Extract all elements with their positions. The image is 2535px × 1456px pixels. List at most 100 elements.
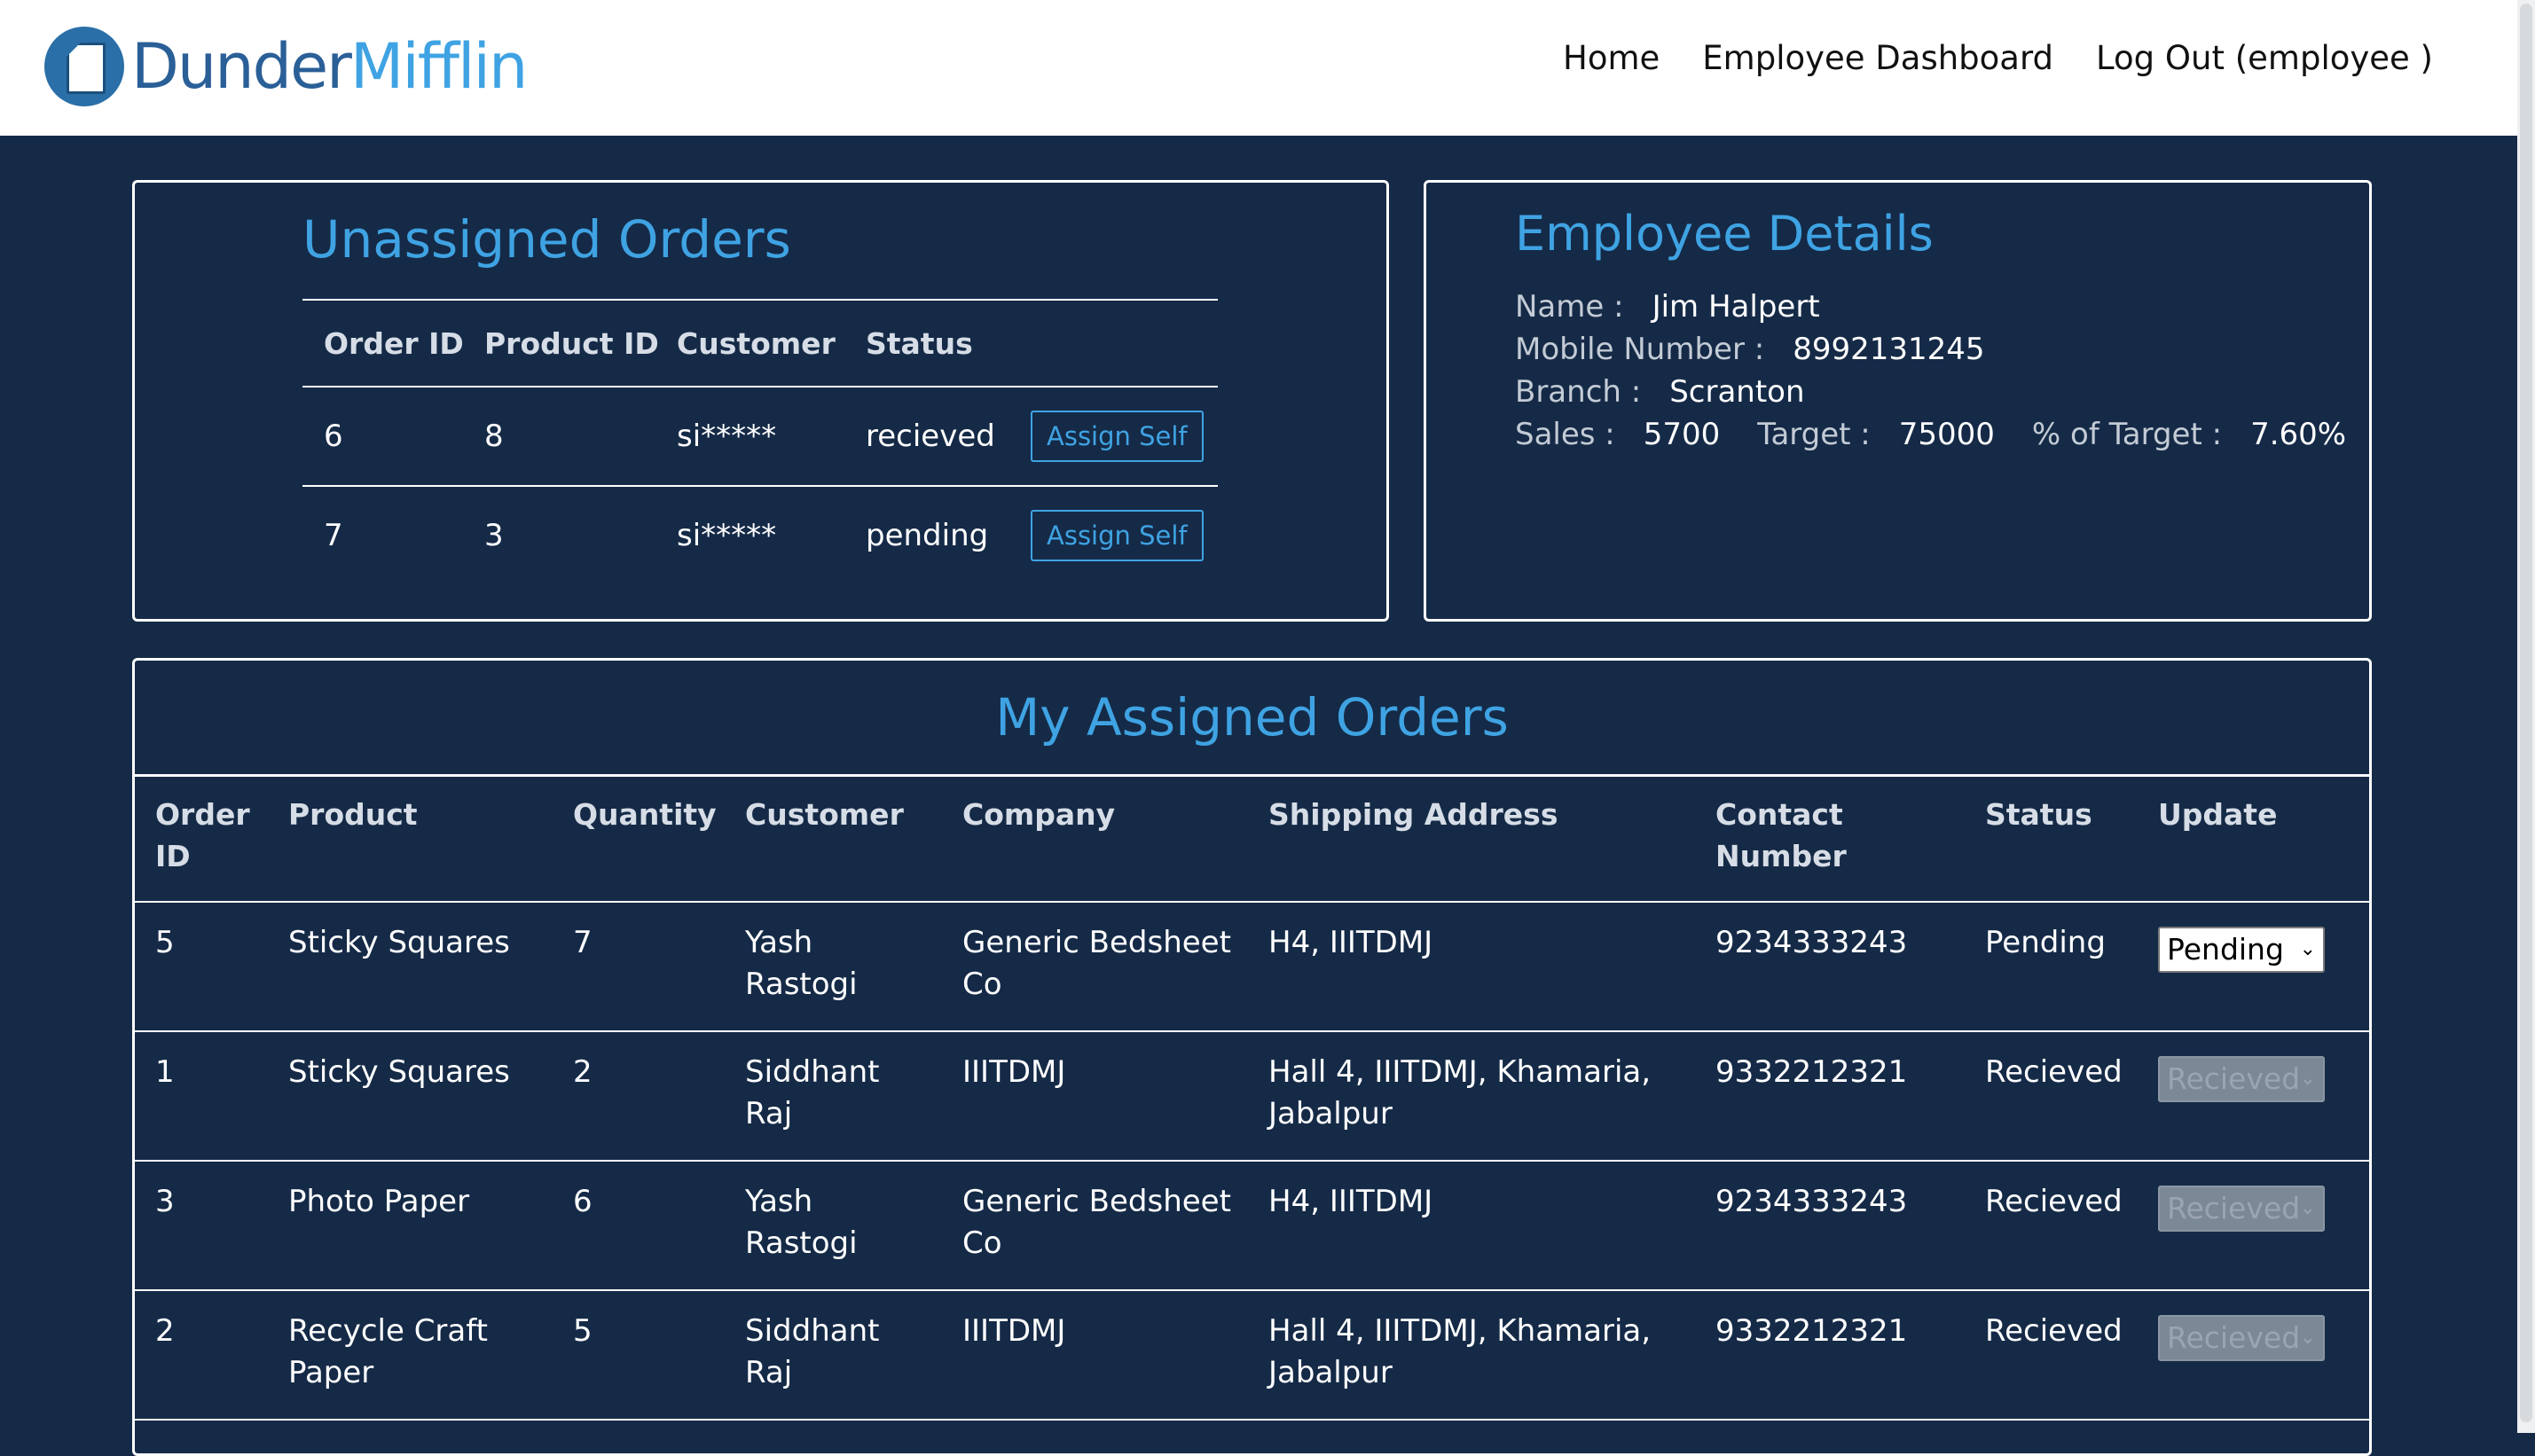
order-id: 3 <box>155 1184 175 1219</box>
assigned-orders-header: My Assigned Orders <box>135 661 2369 777</box>
employee-pct-target: 7.60% <box>2250 417 2347 452</box>
employee-name-line: Name : Jim Halpert <box>1515 289 1820 325</box>
branch-label: Branch : <box>1515 374 1642 410</box>
chevron-down-icon: ⌄ <box>2299 938 2316 960</box>
assigned-orders-title: My Assigned Orders <box>995 687 1509 748</box>
unassigned-orders-panel: Unassigned Orders Order ID Product ID Cu… <box>132 180 1389 622</box>
company: IIITDMJ <box>962 1054 1066 1090</box>
update-cell: Recieved ⌄ <box>2158 1162 2362 1289</box>
company: Generic Bedsheet Co <box>962 925 1231 1002</box>
chevron-down-icon: ⌄ <box>2299 1068 2316 1090</box>
update-cell: Recieved ⌄ <box>2158 1291 2362 1419</box>
contact-number: 9332212321 <box>1715 1313 1908 1349</box>
status: Recieved <box>1985 1054 2123 1090</box>
update-cell: Recieved ⌄ <box>2158 1032 2362 1160</box>
assign-self-button[interactable]: Assign Self <box>1031 510 1204 561</box>
unassigned-orders-title: Unassigned Orders <box>302 209 791 270</box>
page-scrollbar[interactable] <box>2517 0 2535 1433</box>
header-customer: Customer <box>677 325 836 361</box>
product-id: 3 <box>484 518 504 553</box>
employee-details-panel: Employee Details Name : Jim Halpert Mobi… <box>1424 180 2372 622</box>
header-status: Status <box>1985 797 2092 832</box>
quantity: 5 <box>573 1313 593 1349</box>
assign-self-button[interactable]: Assign Self <box>1031 411 1204 462</box>
employee-name: Jim Halpert <box>1652 289 1820 325</box>
shipping-address: H4, IIITDMJ <box>1268 1184 1433 1219</box>
nav-home-link[interactable]: Home <box>1563 39 1660 77</box>
header-shipping-address: Shipping Address <box>1268 797 1558 832</box>
contact-number: 9332212321 <box>1715 1054 1908 1090</box>
table-header-row: Order ID Product ID Customer Status <box>302 299 1218 386</box>
product: Photo Paper <box>288 1184 470 1219</box>
header-product: Product <box>288 797 418 832</box>
customer: Siddhant Raj <box>745 1313 880 1390</box>
nav-links: Home Employee Dashboard Log Out (employe… <box>1520 39 2433 77</box>
employee-sales-line: Sales : 5700 Target : 75000 % of Target … <box>1515 417 2346 452</box>
header-product-id: Product ID <box>484 325 659 361</box>
status-select: Recieved ⌄ <box>2158 1186 2325 1232</box>
brand-logo[interactable]: DunderMifflin <box>44 27 528 106</box>
table-row: 1 Sticky Squares 2 Siddhant Raj IIITDMJ H… <box>135 1032 2369 1162</box>
shipping-address: H4, IIITDMJ <box>1268 925 1433 960</box>
order-id: 2 <box>155 1313 175 1349</box>
document-logo-icon <box>44 27 124 106</box>
quantity: 2 <box>573 1054 593 1090</box>
product-id: 8 <box>484 419 504 454</box>
header-company: Company <box>962 797 1116 832</box>
nav-dashboard-link[interactable]: Employee Dashboard <box>1702 39 2053 77</box>
nav-logout-link[interactable]: Log Out (employee ) <box>2096 39 2433 77</box>
header-customer: Customer <box>745 797 904 832</box>
order-id: 5 <box>155 925 175 960</box>
employee-target: 75000 <box>1898 417 1995 452</box>
table-row: 5 Sticky Squares 7 Yash Rastogi Generic B… <box>135 903 2369 1032</box>
sales-label: Sales : <box>1515 417 1615 452</box>
brand-name: DunderMifflin <box>131 30 528 103</box>
mobile-label: Mobile Number : <box>1515 332 1765 367</box>
shipping-address: Hall 4, IIITDMJ, Khamaria, Jabalpur <box>1268 1054 1652 1131</box>
shipping-address: Hall 4, IIITDMJ, Khamaria, Jabalpur <box>1268 1313 1652 1390</box>
name-label: Name : <box>1515 289 1624 325</box>
navbar: DunderMifflin Home Employee Dashboard Lo… <box>0 0 2517 136</box>
assigned-orders-table: Order ID Product Quantity Customer Compan… <box>135 774 2369 1421</box>
company: IIITDMJ <box>962 1313 1066 1349</box>
chevron-down-icon: ⌄ <box>2299 1197 2316 1219</box>
assigned-orders-panel: My Assigned Orders Order ID Product Quant… <box>132 658 2372 1456</box>
employee-branch: Scranton <box>1669 374 1805 410</box>
customer: Yash Rastogi <box>745 925 858 1002</box>
customer: si***** <box>677 518 777 553</box>
table-row: 7 3 si***** pending Assign Self <box>302 485 1218 584</box>
header-contact-number: Contact Number <box>1715 797 1847 873</box>
employee-sales: 5700 <box>1643 417 1721 452</box>
contact-number: 9234333243 <box>1715 1184 1908 1219</box>
product: Sticky Squares <box>288 1054 510 1090</box>
table-header-row: Order ID Product Quantity Customer Compan… <box>135 774 2369 903</box>
product: Sticky Squares <box>288 925 510 960</box>
employee-mobile-line: Mobile Number : 8992131245 <box>1515 332 1985 367</box>
target-label: Target : <box>1757 417 1871 452</box>
update-cell: Pending ⌄ <box>2158 903 2362 1030</box>
status: recieved <box>866 419 995 454</box>
table-row: 2 Recycle Craft Paper 5 Siddhant Raj IIITD… <box>135 1291 2369 1421</box>
customer: si***** <box>677 419 777 454</box>
header-update: Update <box>2158 797 2278 832</box>
contact-number: 9234333243 <box>1715 925 1908 960</box>
pct-target-label: % of Target : <box>2031 417 2223 452</box>
status: Recieved <box>1985 1313 2123 1349</box>
customer: Yash Rastogi <box>745 1184 858 1261</box>
status: Pending <box>1985 925 2106 960</box>
scrollbar-thumb[interactable] <box>2520 4 2532 1422</box>
status: pending <box>866 518 989 553</box>
status-select[interactable]: Pending ⌄ <box>2158 927 2325 973</box>
status: Recieved <box>1985 1184 2123 1219</box>
chevron-down-icon: ⌄ <box>2299 1327 2316 1349</box>
header-quantity: Quantity <box>573 797 717 832</box>
employee-branch-line: Branch : Scranton <box>1515 374 1805 410</box>
customer: Siddhant Raj <box>745 1054 880 1131</box>
unassigned-orders-table: Order ID Product ID Customer Status 6 8 … <box>302 299 1218 584</box>
product: Recycle Craft Paper <box>288 1313 488 1390</box>
quantity: 6 <box>573 1184 593 1219</box>
table-row: 6 8 si***** recieved Assign Self <box>302 386 1218 485</box>
status-select: Recieved ⌄ <box>2158 1056 2325 1102</box>
header-order-id: Order ID <box>324 325 464 361</box>
order-id: 1 <box>155 1054 175 1090</box>
